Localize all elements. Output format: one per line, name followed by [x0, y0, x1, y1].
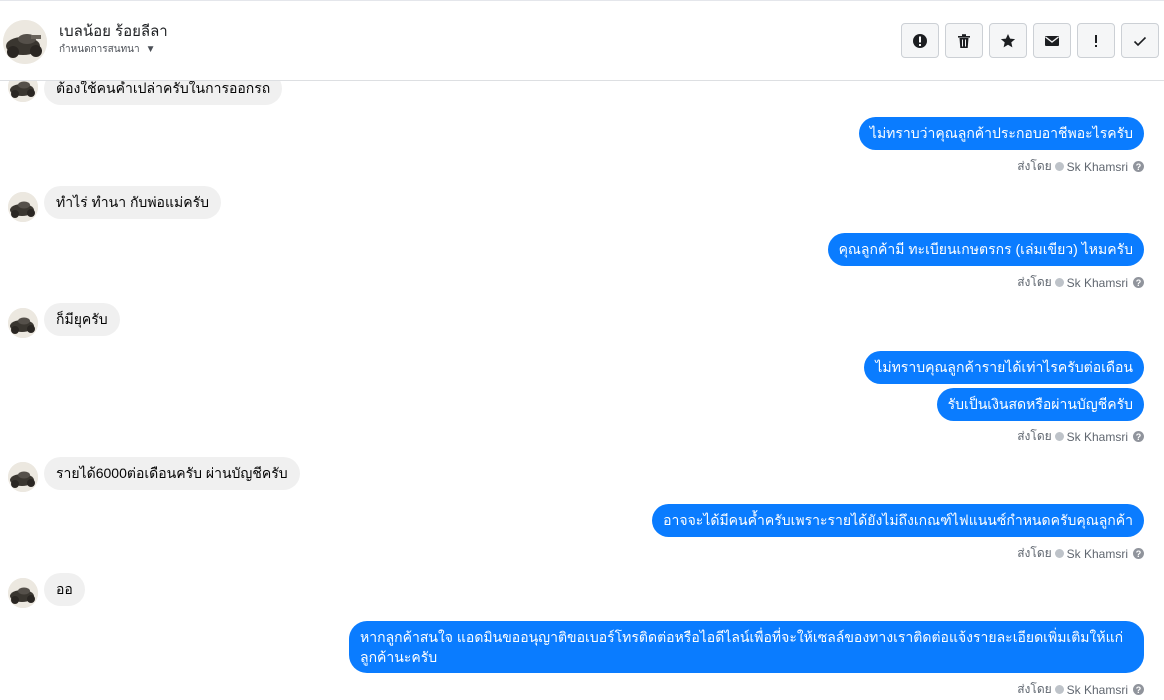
- sender-name[interactable]: Sk Khamsri: [1067, 547, 1128, 561]
- sender-name[interactable]: Sk Khamsri: [1067, 160, 1128, 174]
- incoming-message[interactable]: รายได้6000ต่อเดือนครับ ผ่านบัญชีครับ: [44, 457, 300, 490]
- sender-name[interactable]: Sk Khamsri: [1067, 430, 1128, 444]
- sender-avatar-icon: [1054, 162, 1064, 171]
- sent-by-label: ส่งโดย: [1017, 159, 1052, 173]
- conversation-actions: [901, 23, 1159, 58]
- done-button[interactable]: [1121, 23, 1159, 58]
- avatar: [8, 462, 38, 492]
- delete-button[interactable]: [945, 23, 983, 58]
- avatar: [8, 578, 38, 608]
- contact-avatar[interactable]: [3, 20, 47, 64]
- help-icon[interactable]: ?: [1133, 277, 1144, 288]
- help-icon[interactable]: ?: [1133, 431, 1144, 442]
- incoming-message[interactable]: ทำไร่ ทำนา กับพ่อแม่ครับ: [44, 186, 221, 219]
- message-thread: ต้องใช้คนค้ำเปล่าครับในการออกรถ ไม่ทราบว…: [0, 81, 1164, 700]
- avatar: [8, 308, 38, 338]
- sent-by-label: ส่งโดย: [1017, 682, 1052, 696]
- conversation-header: เบลน้อย ร้อยลีลา กำหนดการสนทนา ▼: [0, 0, 1164, 81]
- check-icon: [1133, 36, 1147, 46]
- sent-by-label: ส่งโดย: [1017, 275, 1052, 289]
- help-icon[interactable]: ?: [1133, 548, 1144, 559]
- sender-avatar-icon: [1054, 685, 1064, 694]
- sender-avatar-icon: [1054, 432, 1064, 441]
- incoming-message[interactable]: ต้องใช้คนค้ำเปล่าครับในการออกรถ: [44, 81, 283, 105]
- help-icon[interactable]: ?: [1133, 161, 1144, 172]
- sender-name[interactable]: Sk Khamsri: [1067, 683, 1128, 697]
- sent-by-label: ส่งโดย: [1017, 546, 1052, 560]
- sent-by-info: ส่งโดย Sk Khamsri ?: [1017, 157, 1144, 176]
- outgoing-message[interactable]: รับเป็นเงินสดหรือผ่านบัญชีครับ: [936, 388, 1144, 421]
- sent-by-info: ส่งโดย Sk Khamsri ?: [1017, 680, 1144, 699]
- sender-avatar-icon: [1054, 278, 1064, 287]
- star-button[interactable]: [989, 23, 1027, 58]
- star-icon: [1000, 33, 1016, 47]
- sent-by-info: ส่งโดย Sk Khamsri ?: [1017, 427, 1144, 446]
- chevron-down-icon: ▼: [145, 44, 156, 55]
- outgoing-message[interactable]: ไม่ทราบว่าคุณลูกค้าประกอบอาชีพอะไรครับ: [858, 117, 1144, 150]
- mark-unread-button[interactable]: [1033, 23, 1071, 58]
- avatar: [8, 192, 38, 222]
- trash-icon: [958, 33, 970, 48]
- alert-circle-icon: [913, 33, 927, 48]
- outgoing-message[interactable]: ไม่ทราบคุณลูกค้ารายได้เท่าไรครับต่อเดือน: [864, 351, 1144, 384]
- sent-by-info: ส่งโดย Sk Khamsri ?: [1017, 273, 1144, 292]
- envelope-icon: [1045, 35, 1059, 46]
- contact-name[interactable]: เบลน้อย ร้อยลีลา: [59, 19, 168, 43]
- outgoing-message[interactable]: อาจจะได้มีคนค้ำครับเพราะรายได้ยังไม่ถึงเ…: [652, 504, 1144, 537]
- sender-name[interactable]: Sk Khamsri: [1067, 276, 1128, 290]
- important-button[interactable]: [1077, 23, 1115, 58]
- incoming-message[interactable]: ก็มียุครับ: [44, 303, 120, 336]
- schedule-label: กำหนดการสนทนา: [59, 44, 140, 55]
- avatar: [8, 81, 38, 102]
- sender-avatar-icon: [1054, 549, 1064, 558]
- outgoing-message[interactable]: หากลูกค้าสนใจ แอดมินขออนุญาติขอเบอร์โทรต…: [349, 621, 1144, 673]
- sent-by-label: ส่งโดย: [1017, 429, 1052, 443]
- conversation-schedule[interactable]: กำหนดการสนทนา ▼: [59, 42, 156, 57]
- incoming-message[interactable]: ออ: [44, 573, 85, 606]
- help-icon[interactable]: ?: [1133, 684, 1144, 695]
- spam-button[interactable]: [901, 23, 939, 58]
- sent-by-info: ส่งโดย Sk Khamsri ?: [1017, 544, 1144, 563]
- outgoing-message[interactable]: คุณลูกค้ามี ทะเบียนเกษตรกร (เล่มเขียว) ไ…: [827, 233, 1144, 266]
- exclamation-icon: [1095, 34, 1097, 47]
